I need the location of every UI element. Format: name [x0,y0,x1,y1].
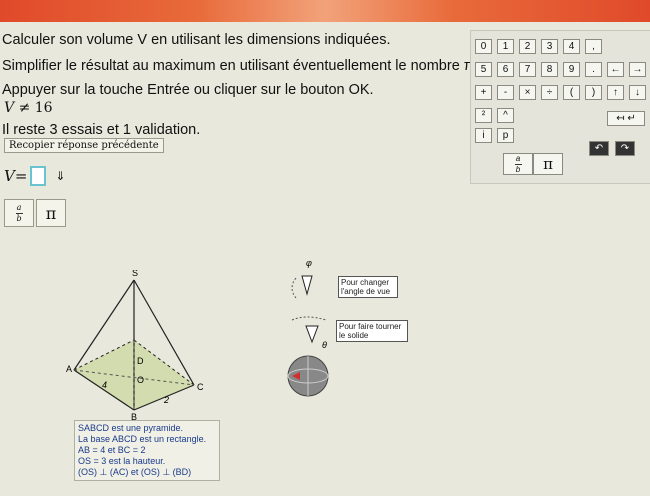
ineq-left: V [4,100,15,116]
wrong-answer-feedback: V ≠ 16 [4,100,53,116]
instruction-line-1: Calculer son volume V en utilisant les d… [2,32,391,48]
key-0[interactable]: 0 [475,39,492,54]
answer-row: V= ⇓ [4,166,65,186]
rotate-arc [291,316,327,321]
view-controls: φ θ [287,258,329,397]
vertex-d: D [137,356,144,366]
info-line-1: SABCD est une pyramide. [78,423,184,433]
pyramid-figure: S A B C D O 4 2 [66,270,204,420]
top-banner [0,0,650,22]
redo-icon[interactable]: ↷ [615,141,635,156]
vertex-c: C [197,382,204,392]
length-ab: 4 [102,380,107,390]
theta-label: θ [322,340,327,350]
recopy-previous-button[interactable]: Recopier réponse précédente [4,138,164,153]
key-2[interactable]: 2 [519,39,536,54]
answer-input[interactable] [30,166,47,186]
key-down-arrow[interactable]: ↓ [629,85,646,100]
tooltip-rotate-solid: Pour faire tourner le solide [336,320,408,342]
key-minus[interactable]: - [497,85,514,100]
vertex-a: A [66,364,72,374]
info-line-3: AB = 4 et BC = 2 [78,445,146,455]
attempts-remaining: Il reste 3 essais et 1 validation. [2,122,201,138]
key-comma[interactable]: , [585,39,602,54]
key-5[interactable]: 5 [475,62,492,77]
key-p[interactable]: p [497,128,514,143]
key-9[interactable]: 9 [563,62,580,77]
key-8[interactable]: 8 [541,62,558,77]
keypad-pi-button[interactable]: π [533,153,563,175]
key-open-paren[interactable]: ( [563,85,580,100]
length-bc: 2 [163,395,169,405]
problem-info-box: SABCD est une pyramide. La base ABCD est… [74,420,220,481]
vertex-o: O [137,375,144,385]
info-line-2: La base ABCD est un rectangle. [78,434,207,444]
key-backspace[interactable]: ↤ ↵ [607,111,645,126]
answer-label: V= [4,167,28,185]
view-angle-arc [291,277,297,299]
key-1[interactable]: 1 [497,39,514,54]
key-close-paren[interactable]: ) [585,85,602,100]
key-plus[interactable]: + [475,85,492,100]
key-right-arrow[interactable]: → [629,62,646,77]
key-7[interactable]: 7 [519,62,536,77]
key-4[interactable]: 4 [563,39,580,54]
ineq-right: 16 [34,100,53,116]
keypad-fraction-icon: ab [514,153,522,174]
fraction-button[interactable]: ab [4,199,34,227]
view-angle-icon[interactable] [301,275,313,296]
tooltip-view-angle: Pour changer l'angle de vue [338,276,398,298]
phi-label: φ [306,258,312,268]
key-i[interactable]: i [475,128,492,143]
keypad-fraction-button[interactable]: ab [503,153,533,175]
pi-button[interactable]: π [36,199,66,227]
expand-arrow-icon[interactable]: ⇓ [55,169,65,183]
key-times[interactable]: × [519,85,536,100]
virtual-keypad: 0 1 2 3 4 , 5 6 7 8 9 . ← → + - × ÷ ( ) … [470,30,650,184]
fraction-icon: ab [15,202,23,223]
info-line-5: (OS) ⊥ (AC) et (OS) ⊥ (BD) [78,467,192,477]
key-dot[interactable]: . [585,62,602,77]
key-6[interactable]: 6 [497,62,514,77]
instruction-line-3: Appuyer sur la touche Entrée ou cliquer … [2,82,374,98]
info-line-4: OS = 3 est la hauteur. [78,456,166,466]
key-square[interactable]: ² [475,108,492,123]
vertex-s: S [132,270,138,278]
undo-icon[interactable]: ↶ [589,141,609,156]
rotate-solid-icon[interactable] [305,325,319,344]
key-power[interactable]: ^ [497,108,514,123]
ineq-op: ≠ [18,100,31,116]
key-up-arrow[interactable]: ↑ [607,85,624,100]
instruction-line-2: Simplifier le résultat au maximum en uti… [2,58,474,74]
key-divide[interactable]: ÷ [541,85,558,100]
key-3[interactable]: 3 [541,39,558,54]
key-left-arrow[interactable]: ← [607,62,624,77]
backspace-icon: ↤ ↵ [616,113,636,124]
vertex-b: B [131,412,137,420]
